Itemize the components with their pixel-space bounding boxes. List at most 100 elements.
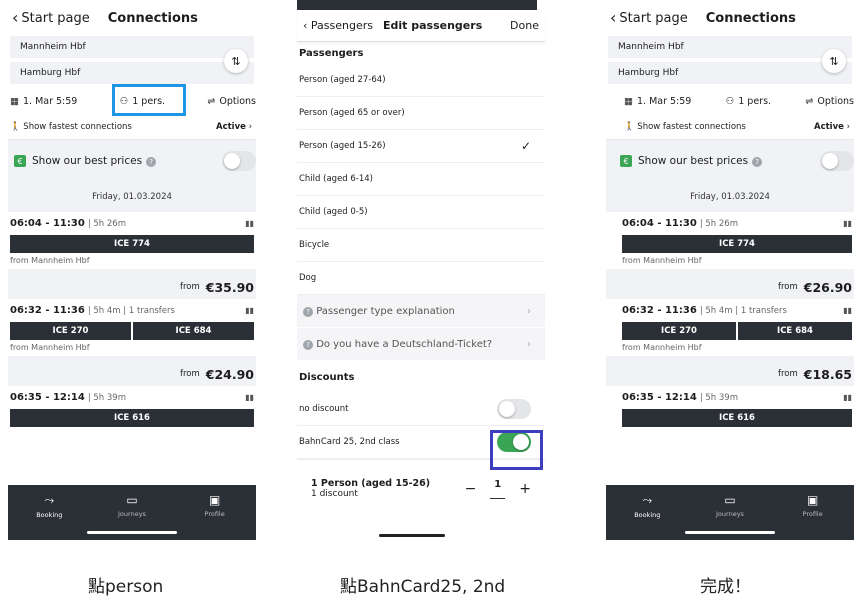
- home-indicator: [87, 531, 177, 534]
- ticket-icon: ▭: [724, 493, 736, 507]
- euro-icon: €: [620, 155, 632, 168]
- station-fields: Mannheim Hbf Hamburg Hbf ⇅: [608, 36, 852, 84]
- tab-journeys[interactable]: ▭ Journeys: [102, 493, 162, 519]
- info-icon[interactable]: ?: [146, 156, 157, 167]
- walking-icon: 🚶: [624, 121, 635, 132]
- passenger-type-item[interactable]: Person (aged 65 or over): [297, 97, 545, 130]
- chevron-right-icon: ›: [527, 338, 531, 350]
- page-title: Edit passengers: [383, 19, 483, 32]
- header: ‹ Passengers Edit passengers Done: [297, 10, 545, 42]
- connection-card[interactable]: 06:32 - 11:36 | 5h 4m | 1 transfers ▮▮ IC…: [606, 299, 854, 356]
- passenger-type-item[interactable]: Bicycle: [297, 229, 545, 262]
- minus-icon[interactable]: −: [465, 481, 477, 497]
- persons-button[interactable]: ⚇ 1 pers.: [726, 96, 771, 107]
- profile-icon: ▣: [208, 493, 221, 507]
- price-row[interactable]: from €26.90: [606, 275, 854, 299]
- tab-bar: ⤳ Booking ▭ Journeys ▣ Profile: [8, 485, 256, 540]
- tab-bar: ⤳ Booking ▭ Journeys ▣ Profile: [606, 485, 854, 540]
- sliders-icon: ⇌: [207, 95, 216, 107]
- route-icon: ⤳: [44, 493, 55, 507]
- person-icon: ⚇: [725, 95, 735, 107]
- train-badge: ICE 270: [622, 322, 736, 340]
- passenger-type-item[interactable]: Dog: [297, 262, 545, 295]
- connection-card[interactable]: 06:35 - 12:14 | 5h 39m ▮▮ ICE 616: [606, 386, 854, 434]
- price-row[interactable]: from €35.90: [8, 275, 256, 299]
- info-icon: ?: [303, 339, 313, 350]
- chevron-right-icon: ›: [527, 305, 531, 317]
- search-options-row: ▦ 1. Mar 5:59 ⚇ 1 pers. ⇌ Options: [606, 88, 854, 114]
- route-icon: ⤳: [642, 493, 653, 507]
- options-button[interactable]: ⇌ Options: [207, 96, 256, 107]
- train-badge: ICE 616: [10, 409, 254, 427]
- tab-journeys[interactable]: ▭ Journeys: [700, 493, 760, 519]
- price-row[interactable]: from €24.90: [8, 362, 256, 386]
- train-badge: ICE 684: [738, 322, 852, 340]
- occupancy-icon: ▮▮: [843, 306, 852, 315]
- caption-step-3: 完成！: [700, 577, 751, 597]
- train-badge: ICE 616: [622, 409, 852, 427]
- tab-booking[interactable]: ⤳ Booking: [617, 493, 677, 519]
- best-prices-toggle[interactable]: [222, 151, 256, 171]
- bahncard-highlight: [490, 430, 543, 470]
- quantity-stepper[interactable]: − 1 +: [465, 479, 531, 499]
- fastest-connections-row[interactable]: 🚶 Show fastest connections Active ›: [8, 114, 256, 140]
- back-button[interactable]: ‹ Start page: [610, 10, 688, 26]
- euro-icon: €: [14, 155, 26, 168]
- best-prices-row: € Show our best prices?: [8, 140, 256, 182]
- date-button[interactable]: ▦ 1. Mar 5:59: [624, 96, 691, 107]
- price-row[interactable]: from €18.65: [606, 362, 854, 386]
- discount-item[interactable]: no discount: [297, 393, 545, 426]
- deutschland-ticket-link[interactable]: ? Do you have a Deutschland-Ticket? ›: [297, 328, 545, 361]
- no-discount-toggle[interactable]: [497, 399, 531, 419]
- best-prices-toggle[interactable]: [820, 151, 854, 171]
- header: ‹ Start page Connections: [606, 0, 854, 36]
- occupancy-icon: ▮▮: [245, 393, 254, 402]
- occupancy-icon: ▮▮: [843, 393, 852, 402]
- swap-icon[interactable]: ⇅: [822, 49, 846, 73]
- calendar-icon: ▦: [624, 95, 633, 107]
- chevron-left-icon: ‹: [12, 8, 19, 27]
- info-icon: ?: [303, 306, 313, 317]
- to-station-field[interactable]: Hamburg Hbf: [10, 62, 254, 84]
- plus-icon[interactable]: +: [519, 481, 531, 497]
- passenger-type-explanation-link[interactable]: ? Passenger type explanation ›: [297, 295, 545, 328]
- chevron-left-icon: ‹: [610, 8, 617, 27]
- connection-card[interactable]: 06:04 - 11:30 | 5h 26m ▮▮ ICE 774 from Ma…: [8, 212, 256, 269]
- fastest-connections-row[interactable]: 🚶 Show fastest connections Active ›: [606, 114, 854, 140]
- train-badge: ICE 774: [622, 235, 852, 253]
- train-badge: ICE 270: [10, 322, 131, 340]
- search-options-row: ▦ 1. Mar 5:59 ⚇ 1 pers. ⇌ Options: [8, 84, 256, 116]
- passenger-type-item[interactable]: Child (aged 0-5): [297, 196, 545, 229]
- connections-screen-after: ‹ Start page Connections Mannheim Hbf Ham…: [606, 0, 854, 540]
- back-button[interactable]: ‹ Passengers: [303, 19, 373, 32]
- passenger-type-item[interactable]: Person (aged 27-64): [297, 64, 545, 97]
- walking-icon: 🚶: [10, 121, 21, 132]
- back-button[interactable]: ‹ Start page: [12, 10, 90, 26]
- from-station-field[interactable]: Mannheim Hbf: [10, 36, 254, 58]
- home-indicator: [379, 534, 445, 537]
- tab-profile[interactable]: ▣ Profile: [185, 493, 245, 519]
- sheet-backdrop: [297, 0, 537, 10]
- connection-card[interactable]: 06:32 - 11:36 | 5h 4m | 1 transfers ▮▮ IC…: [8, 299, 256, 356]
- tab-profile[interactable]: ▣ Profile: [783, 493, 843, 519]
- sliders-icon: ⇌: [805, 95, 814, 107]
- home-indicator: [685, 531, 775, 534]
- to-station-field[interactable]: Hamburg Hbf: [608, 62, 852, 84]
- passenger-type-item[interactable]: Child (aged 6-14): [297, 163, 545, 196]
- from-station-field[interactable]: Mannheim Hbf: [608, 36, 852, 58]
- best-prices-row: € Show our best prices?: [606, 140, 854, 182]
- options-button[interactable]: ⇌ Options: [805, 96, 854, 107]
- section-title-passengers: Passengers: [299, 47, 364, 59]
- passenger-type-item-selected[interactable]: Person (aged 15-26) ✓: [297, 130, 545, 163]
- tab-booking[interactable]: ⤳ Booking: [19, 493, 79, 519]
- caption-step-1: 點person: [88, 577, 164, 597]
- results-list: € Show our best prices? Friday, 01.03.202…: [8, 140, 256, 434]
- connection-card[interactable]: 06:04 - 11:30 | 5h 26m ▮▮ ICE 774 from Ma…: [606, 212, 854, 269]
- chevron-left-icon: ‹: [303, 19, 308, 32]
- done-button[interactable]: Done: [510, 19, 539, 32]
- connection-card[interactable]: 06:35 - 12:14 | 5h 39m ▮▮ ICE 616: [8, 386, 256, 434]
- swap-icon[interactable]: ⇅: [224, 49, 248, 73]
- date-button[interactable]: ▦ 1. Mar 5:59: [10, 96, 77, 107]
- info-icon[interactable]: ?: [752, 156, 763, 167]
- header: ‹ Start page Connections: [8, 0, 256, 36]
